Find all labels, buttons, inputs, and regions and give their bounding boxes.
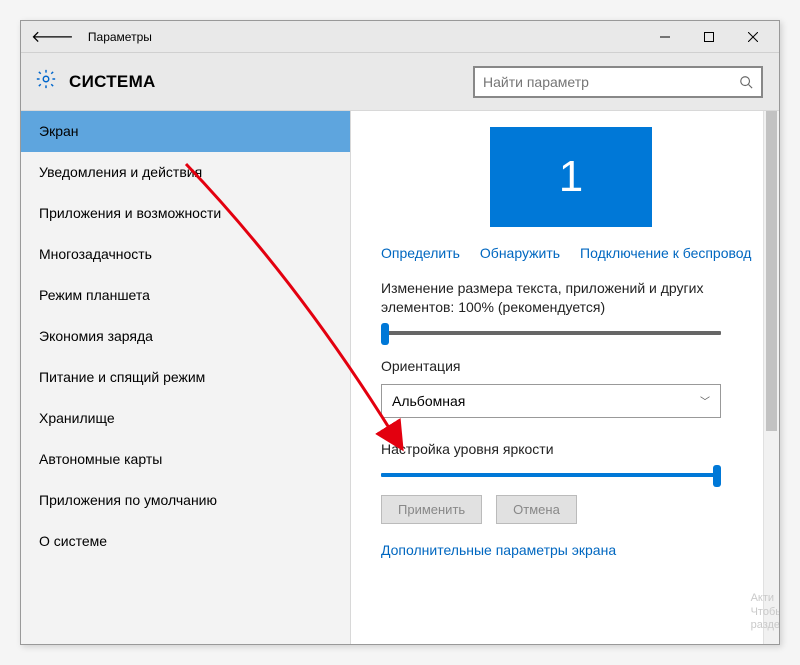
search-input[interactable] [483,74,739,90]
section-title: СИСТЕМА [69,72,156,92]
scrollbar-vertical[interactable] [763,111,779,644]
header-row: СИСТЕМА [21,53,779,111]
sidebar-item-label: Экран [39,123,79,139]
advanced-display-link[interactable]: Дополнительные параметры экрана [381,542,761,558]
brightness-slider-thumb[interactable] [713,465,721,487]
window-title: Параметры [88,30,152,44]
orientation-section: Ориентация Альбомная ﹀ [381,357,761,418]
sidebar-item-battery[interactable]: Экономия заряда [21,316,350,357]
titlebar-left: 🡐 Параметры [31,26,152,47]
minimize-button[interactable] [643,22,687,52]
sidebar-item-notifications[interactable]: Уведомления и действия [21,152,350,193]
settings-window: 🡐 Параметры СИСТЕМА [20,20,780,645]
monitor-number: 1 [559,152,583,202]
chevron-down-icon: ﹀ [700,393,710,408]
scale-slider-thumb[interactable] [381,323,389,345]
content-inner: 1 Определить Обнаружить Подключение к бе… [351,127,779,644]
scrollbar-thumb[interactable] [766,111,777,431]
sidebar-item-display[interactable]: Экран [21,111,350,152]
sidebar-item-label: Многозадачность [39,246,152,262]
sidebar-item-multitasking[interactable]: Многозадачность [21,234,350,275]
sidebar-item-power[interactable]: Питание и спящий режим [21,357,350,398]
header-left: СИСТЕМА [35,68,156,95]
titlebar: 🡐 Параметры [21,21,779,53]
minimize-icon [660,32,670,42]
watermark-line: Чтобь [751,606,780,619]
window-controls [643,22,775,52]
sidebar-item-label: Автономные карты [39,451,162,467]
sidebar-item-about[interactable]: О системе [21,521,350,562]
watermark-line: Акти [751,592,780,605]
orientation-select[interactable]: Альбомная ﹀ [381,384,721,418]
brightness-slider[interactable] [381,473,721,477]
back-button[interactable]: 🡐 [31,26,74,47]
sidebar-item-label: Хранилище [39,410,115,426]
sidebar-item-label: Режим планшета [39,287,150,303]
gear-icon [35,68,57,95]
cancel-button[interactable]: Отмена [496,495,577,524]
brightness-section: Настройка уровня яркости [381,440,761,477]
identify-link[interactable]: Определить [381,245,460,261]
body: Экран Уведомления и действия Приложения … [21,111,779,644]
search-icon [739,75,753,89]
display-link-row: Определить Обнаружить Подключение к бесп… [381,245,761,261]
sidebar-item-label: О системе [39,533,107,549]
sidebar-item-label: Приложения и возможности [39,205,221,221]
close-button[interactable] [731,22,775,52]
watermark-line: разде [751,619,780,632]
apply-button[interactable]: Применить [381,495,482,524]
sidebar-item-label: Приложения по умолчанию [39,492,217,508]
sidebar-item-label: Уведомления и действия [39,164,202,180]
activation-watermark: Акти Чтобь разде [751,592,780,632]
brightness-label: Настройка уровня яркости [381,440,761,459]
sidebar-item-default-apps[interactable]: Приложения по умолчанию [21,480,350,521]
close-icon [748,32,758,42]
scale-slider[interactable] [381,331,721,335]
monitor-preview[interactable]: 1 [490,127,652,227]
orientation-value: Альбомная [392,393,465,409]
search-box[interactable] [473,66,763,98]
detect-link[interactable]: Обнаружить [480,245,560,261]
sidebar-item-label: Питание и спящий режим [39,369,205,385]
orientation-label: Ориентация [381,357,761,376]
sidebar: Экран Уведомления и действия Приложения … [21,111,351,644]
wireless-link[interactable]: Подключение к беспровод [580,245,751,261]
scale-label: Изменение размера текста, приложений и д… [381,279,761,317]
maximize-button[interactable] [687,22,731,52]
sidebar-item-maps[interactable]: Автономные карты [21,439,350,480]
sidebar-item-apps[interactable]: Приложения и возможности [21,193,350,234]
button-row: Применить Отмена [381,495,761,524]
maximize-icon [704,32,714,42]
sidebar-item-label: Экономия заряда [39,328,153,344]
sidebar-item-tablet[interactable]: Режим планшета [21,275,350,316]
content-pane: 1 Определить Обнаружить Подключение к бе… [351,111,779,644]
sidebar-item-storage[interactable]: Хранилище [21,398,350,439]
